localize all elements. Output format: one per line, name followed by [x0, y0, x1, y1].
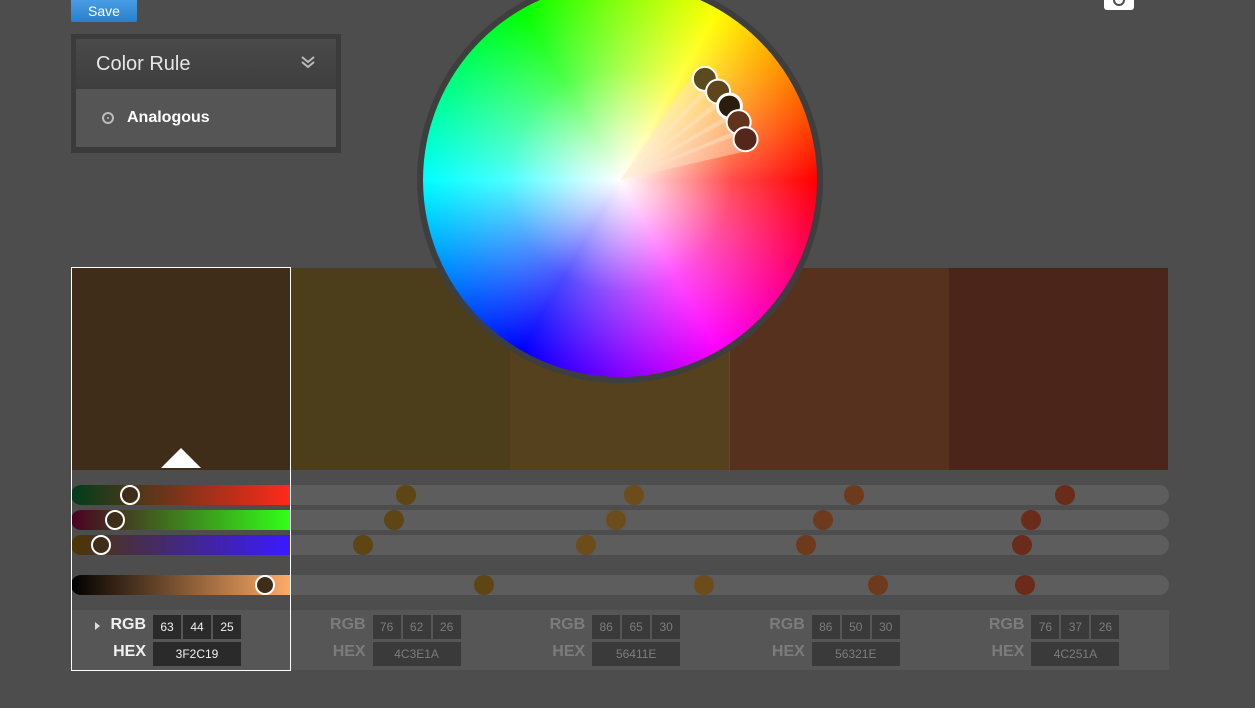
hex-input[interactable]: 4C3E1A	[372, 642, 461, 666]
brightness-slider-knob[interactable]	[255, 575, 276, 595]
rgb-g-input[interactable]: 65	[622, 615, 651, 639]
rgb-g-input[interactable]: 50	[841, 615, 870, 639]
blue-slider-knob[interactable]	[795, 535, 816, 555]
rgb-label: RGB	[988, 616, 1025, 633]
brightness-slider-knob[interactable]	[1014, 575, 1035, 595]
slider-area	[71, 470, 1169, 610]
blue-slider-knob[interactable]	[90, 535, 111, 555]
rgb-r-input[interactable]: 76	[372, 615, 401, 639]
color-rule-title: Color Rule	[96, 52, 191, 75]
hex-input[interactable]: 56411E	[592, 642, 681, 666]
green-slider-active-track[interactable]	[71, 510, 290, 530]
hex-input[interactable]: 4C251A	[1031, 642, 1120, 666]
color-value-group: RGB HEX 86 65 30 56411E	[510, 610, 729, 670]
hex-input[interactable]: 56321E	[811, 642, 900, 666]
color-value-group: RGB HEX 86 50 30 56321E	[730, 610, 949, 670]
rgb-r-input[interactable]: 63	[153, 615, 181, 639]
hex-label: HEX	[113, 643, 146, 660]
rgb-r-input[interactable]: 86	[811, 615, 840, 639]
rgb-label: RGB	[330, 616, 366, 633]
color-value-group: RGB HEX 76 37 26 4C251A	[949, 610, 1168, 670]
chevron-double-down-icon[interactable]	[300, 54, 316, 74]
red-slider-knob[interactable]	[843, 485, 864, 505]
rgb-b-input[interactable]: 30	[871, 615, 900, 639]
color-value-group: RGB HEX 76 62 26 4C3E1A	[291, 610, 510, 670]
radio-icon[interactable]	[102, 112, 114, 124]
rgb-label: RGB	[110, 616, 146, 633]
color-wheel[interactable]	[417, 0, 823, 383]
wheel-marker[interactable]	[732, 126, 759, 153]
red-slider-knob[interactable]	[1054, 485, 1075, 505]
hex-label: HEX	[332, 643, 366, 660]
rgb-r-input[interactable]: 76	[1031, 615, 1060, 639]
rgb-label: RGB	[549, 616, 586, 633]
hex-input[interactable]: 3F2C19	[153, 642, 241, 666]
brightness-slider-knob[interactable]	[867, 575, 888, 595]
rgb-b-input[interactable]: 26	[1091, 615, 1120, 639]
red-slider-knob[interactable]	[396, 485, 417, 505]
hex-label: HEX	[991, 643, 1025, 660]
blue-slider-knob[interactable]	[1011, 535, 1032, 555]
rgb-b-input[interactable]: 26	[432, 615, 461, 639]
hex-label: HEX	[552, 643, 586, 660]
color-swatch[interactable]	[71, 268, 290, 470]
blue-slider-knob[interactable]	[576, 535, 597, 555]
rgb-label: RGB	[769, 616, 805, 633]
save-button[interactable]: Save	[71, 0, 137, 22]
rgb-g-input[interactable]: 37	[1061, 615, 1090, 639]
selected-caret-icon	[161, 448, 201, 468]
brightness-slider-knob[interactable]	[473, 575, 494, 595]
rgb-r-input[interactable]: 86	[592, 615, 621, 639]
brightness-slider-knob[interactable]	[693, 575, 714, 595]
color-rule-option[interactable]: Analogous	[76, 89, 336, 147]
color-values-row: RGB HEX 63 44 25 3F2C19 RGB HEX 76 62 26 4C3E1A RGB H…	[71, 610, 1169, 670]
color-rule-panel: Color Rule Analogous	[71, 34, 341, 153]
rgb-g-input[interactable]: 44	[183, 615, 211, 639]
green-slider-knob[interactable]	[383, 510, 404, 530]
rgb-b-input[interactable]: 25	[213, 615, 241, 639]
color-rule-header[interactable]: Color Rule	[76, 39, 336, 89]
rgb-g-input[interactable]: 62	[402, 615, 431, 639]
blue-slider-knob[interactable]	[352, 535, 373, 555]
color-value-group: RGB HEX 63 44 25 3F2C19	[71, 610, 290, 670]
camera-icon[interactable]	[1104, 0, 1134, 10]
rgb-b-input[interactable]: 30	[652, 615, 681, 639]
green-slider-knob[interactable]	[812, 510, 833, 530]
hex-label: HEX	[771, 643, 805, 660]
color-wheel-markers	[620, 65, 759, 180]
color-rule-option-label: Analogous	[127, 109, 210, 126]
color-swatch[interactable]	[949, 268, 1169, 470]
red-slider-active-track[interactable]	[71, 485, 290, 505]
